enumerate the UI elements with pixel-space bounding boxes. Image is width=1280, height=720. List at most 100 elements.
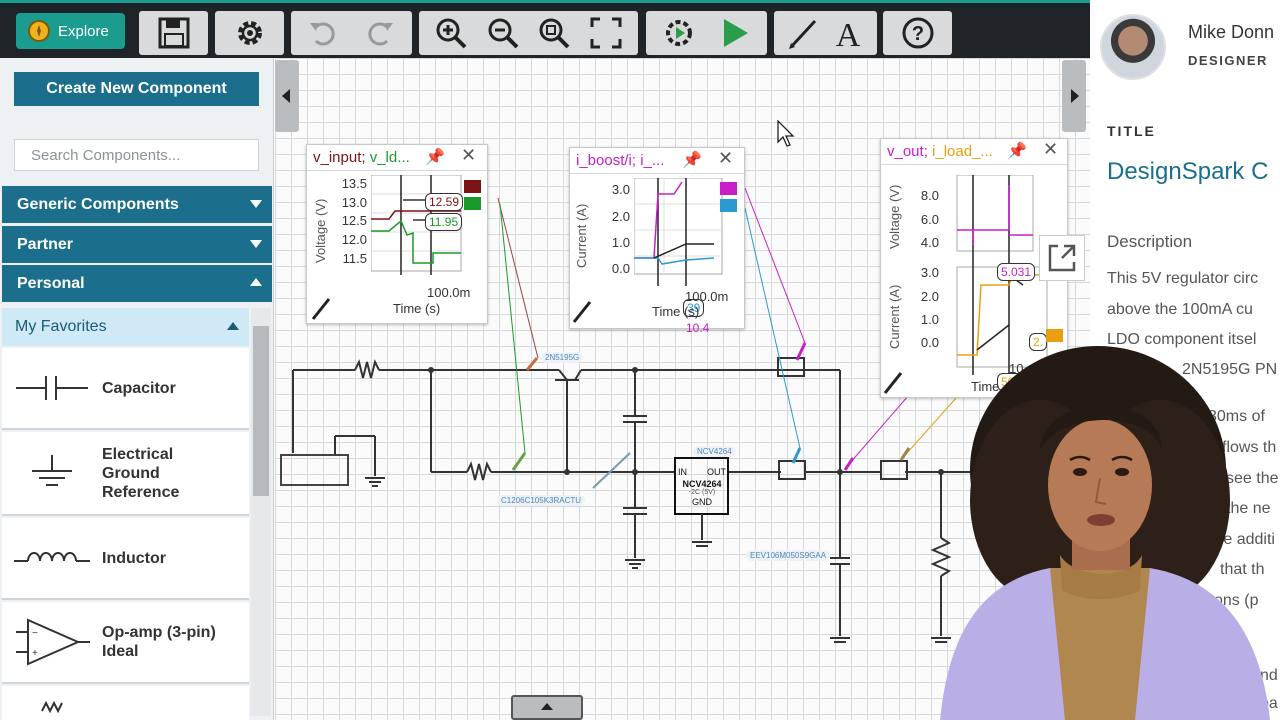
regulator-subtitle: -2C (5V)	[688, 489, 716, 496]
probe-ylabel: Current (A)	[574, 203, 589, 268]
zoom-out-icon[interactable]	[481, 13, 525, 53]
y-tick: 1.0	[611, 235, 630, 250]
zoom-fit-icon[interactable]	[532, 13, 576, 53]
fullscreen-icon[interactable]	[584, 13, 628, 53]
inductor-icon	[2, 518, 102, 598]
probe-title: v_input; v_ld...	[307, 145, 487, 171]
close-icon[interactable]: ✕	[718, 148, 733, 169]
probe-series-a: v_out;	[887, 143, 928, 160]
category-generic-components[interactable]: Generic Components	[2, 186, 272, 223]
save-icon[interactable]	[152, 13, 196, 53]
pin-icon[interactable]: 📌	[682, 150, 702, 170]
chevron-up-icon	[227, 322, 239, 330]
regulator-name: NCV4264	[682, 479, 722, 489]
view-group	[419, 11, 638, 55]
zoom-in-icon[interactable]	[429, 13, 473, 53]
mouse-cursor-icon	[777, 120, 795, 147]
component-label: Capacitor	[102, 379, 176, 397]
explore-label: Explore	[58, 22, 109, 40]
close-icon[interactable]: ✕	[461, 145, 476, 166]
component-inductor[interactable]: Inductor	[2, 518, 249, 600]
probe-series-b: v_ld...	[369, 149, 410, 166]
probe-plot	[634, 178, 723, 286]
capacitor-label[interactable]: C1206C105K3RACTU	[497, 495, 586, 506]
help-icon[interactable]: ?	[896, 13, 940, 53]
op-amp-icon: − +	[2, 602, 102, 682]
pen-icon[interactable]	[883, 371, 905, 395]
y-tick: 8.0	[920, 188, 939, 203]
pop-out-icon[interactable]	[1039, 235, 1085, 281]
run-simulation-icon[interactable]	[712, 13, 756, 53]
regulator-out-pin: OUT	[707, 467, 726, 477]
pen-icon[interactable]	[572, 300, 594, 324]
compass-icon	[28, 20, 50, 42]
pin-icon[interactable]: 📌	[425, 147, 445, 167]
resistor-icon	[2, 686, 102, 720]
y-tick: 13.0	[341, 195, 367, 210]
y-tick: 12.5	[341, 213, 367, 228]
category-personal[interactable]: Personal	[2, 265, 272, 302]
section-title: TITLE	[1107, 123, 1156, 139]
y-tick: 12.0	[341, 232, 367, 247]
component-capacitor[interactable]: Capacitor	[2, 348, 249, 430]
user-name[interactable]: Mike Donn	[1188, 22, 1274, 43]
probe-value-a: 12.59	[425, 193, 464, 211]
category-label: Partner	[17, 235, 74, 253]
pin-icon[interactable]: 📌	[1007, 141, 1027, 161]
component-label: Inductor	[102, 549, 166, 567]
probe-ylabel-bottom: Current (A)	[887, 284, 902, 349]
simulation-settings-icon[interactable]	[657, 13, 701, 53]
regulator-tag[interactable]: NCV4264	[693, 446, 736, 457]
pen-icon[interactable]	[311, 297, 333, 321]
y-tick: 13.5	[341, 176, 367, 191]
text-icon[interactable]: A	[826, 13, 870, 53]
annotate-group: A	[774, 11, 877, 55]
create-new-component-button[interactable]: Create New Component	[14, 72, 259, 106]
y-tick: 4.0	[920, 235, 939, 250]
design-title: DesignSpark C	[1107, 158, 1269, 185]
y-tick: 1.0	[920, 312, 939, 327]
series-b-color-swatch[interactable]	[720, 199, 737, 212]
redo-icon[interactable]	[357, 13, 401, 53]
svg-text:+: +	[32, 648, 38, 659]
avatar[interactable]	[1100, 14, 1166, 80]
description-heading: Description	[1107, 232, 1193, 251]
description-line: above the 100mA cu	[1107, 301, 1253, 318]
regulator-block[interactable]: IN OUT NCV4264 -2C (5V) GND	[678, 467, 726, 507]
regulator-in-pin: IN	[678, 467, 687, 477]
y-tick: 3.0	[920, 265, 939, 280]
category-label: Personal	[17, 274, 85, 292]
component-electrical-ground-reference[interactable]: Electrical Ground Reference	[2, 432, 249, 516]
component-op-amp[interactable]: − + Op-amp (3-pin) Ideal	[2, 602, 249, 684]
series-a-color-swatch[interactable]	[720, 182, 737, 195]
my-favorites-header[interactable]: My Favorites	[2, 308, 249, 346]
component-library-panel: Create New Component Search Components..…	[0, 58, 274, 720]
simulation-group	[646, 11, 767, 55]
search-components-input[interactable]: Search Components...	[14, 139, 259, 171]
series-a-color-swatch[interactable]	[464, 180, 481, 193]
component-label: Op-amp (3-pin) Ideal	[102, 624, 216, 660]
category-partner[interactable]: Partner	[2, 226, 272, 263]
probe-xlabel: Time (s)	[393, 301, 441, 316]
probe-window-input-voltage[interactable]: v_input; v_ld... 📌 ✕ Voltage (V) 13.5 13…	[306, 144, 488, 324]
svg-text:A: A	[836, 17, 861, 51]
pen-icon[interactable]	[781, 13, 825, 53]
component-partial[interactable]	[2, 686, 249, 720]
transistor-label[interactable]: 2N5195G	[541, 352, 584, 363]
chevron-up-icon	[250, 278, 262, 286]
user-role: DESIGNER	[1188, 53, 1268, 68]
undo-icon[interactable]	[302, 13, 346, 53]
capacitor-label[interactable]: EEV106M050S9GAA	[746, 550, 831, 561]
presenter-video-overlay	[940, 346, 1270, 720]
probe-window-boost-current[interactable]: i_boost/i; i_... 📌 ✕ Current (A) 3.0 2.0…	[569, 147, 745, 335]
settings-group	[215, 11, 284, 55]
component-label: Electrical Ground Reference	[102, 445, 180, 501]
probe-value-a: 5.031	[997, 263, 1036, 281]
settings-gear-icon[interactable]	[228, 13, 272, 53]
probe-series-b: i_load_...	[932, 143, 993, 160]
description-line: This 5V regulator circ	[1107, 270, 1259, 287]
close-icon[interactable]: ✕	[1043, 139, 1058, 160]
series-b-color-swatch[interactable]	[464, 197, 481, 210]
scrollbar-thumb[interactable]	[253, 326, 269, 496]
explore-button[interactable]: Explore	[16, 13, 125, 49]
